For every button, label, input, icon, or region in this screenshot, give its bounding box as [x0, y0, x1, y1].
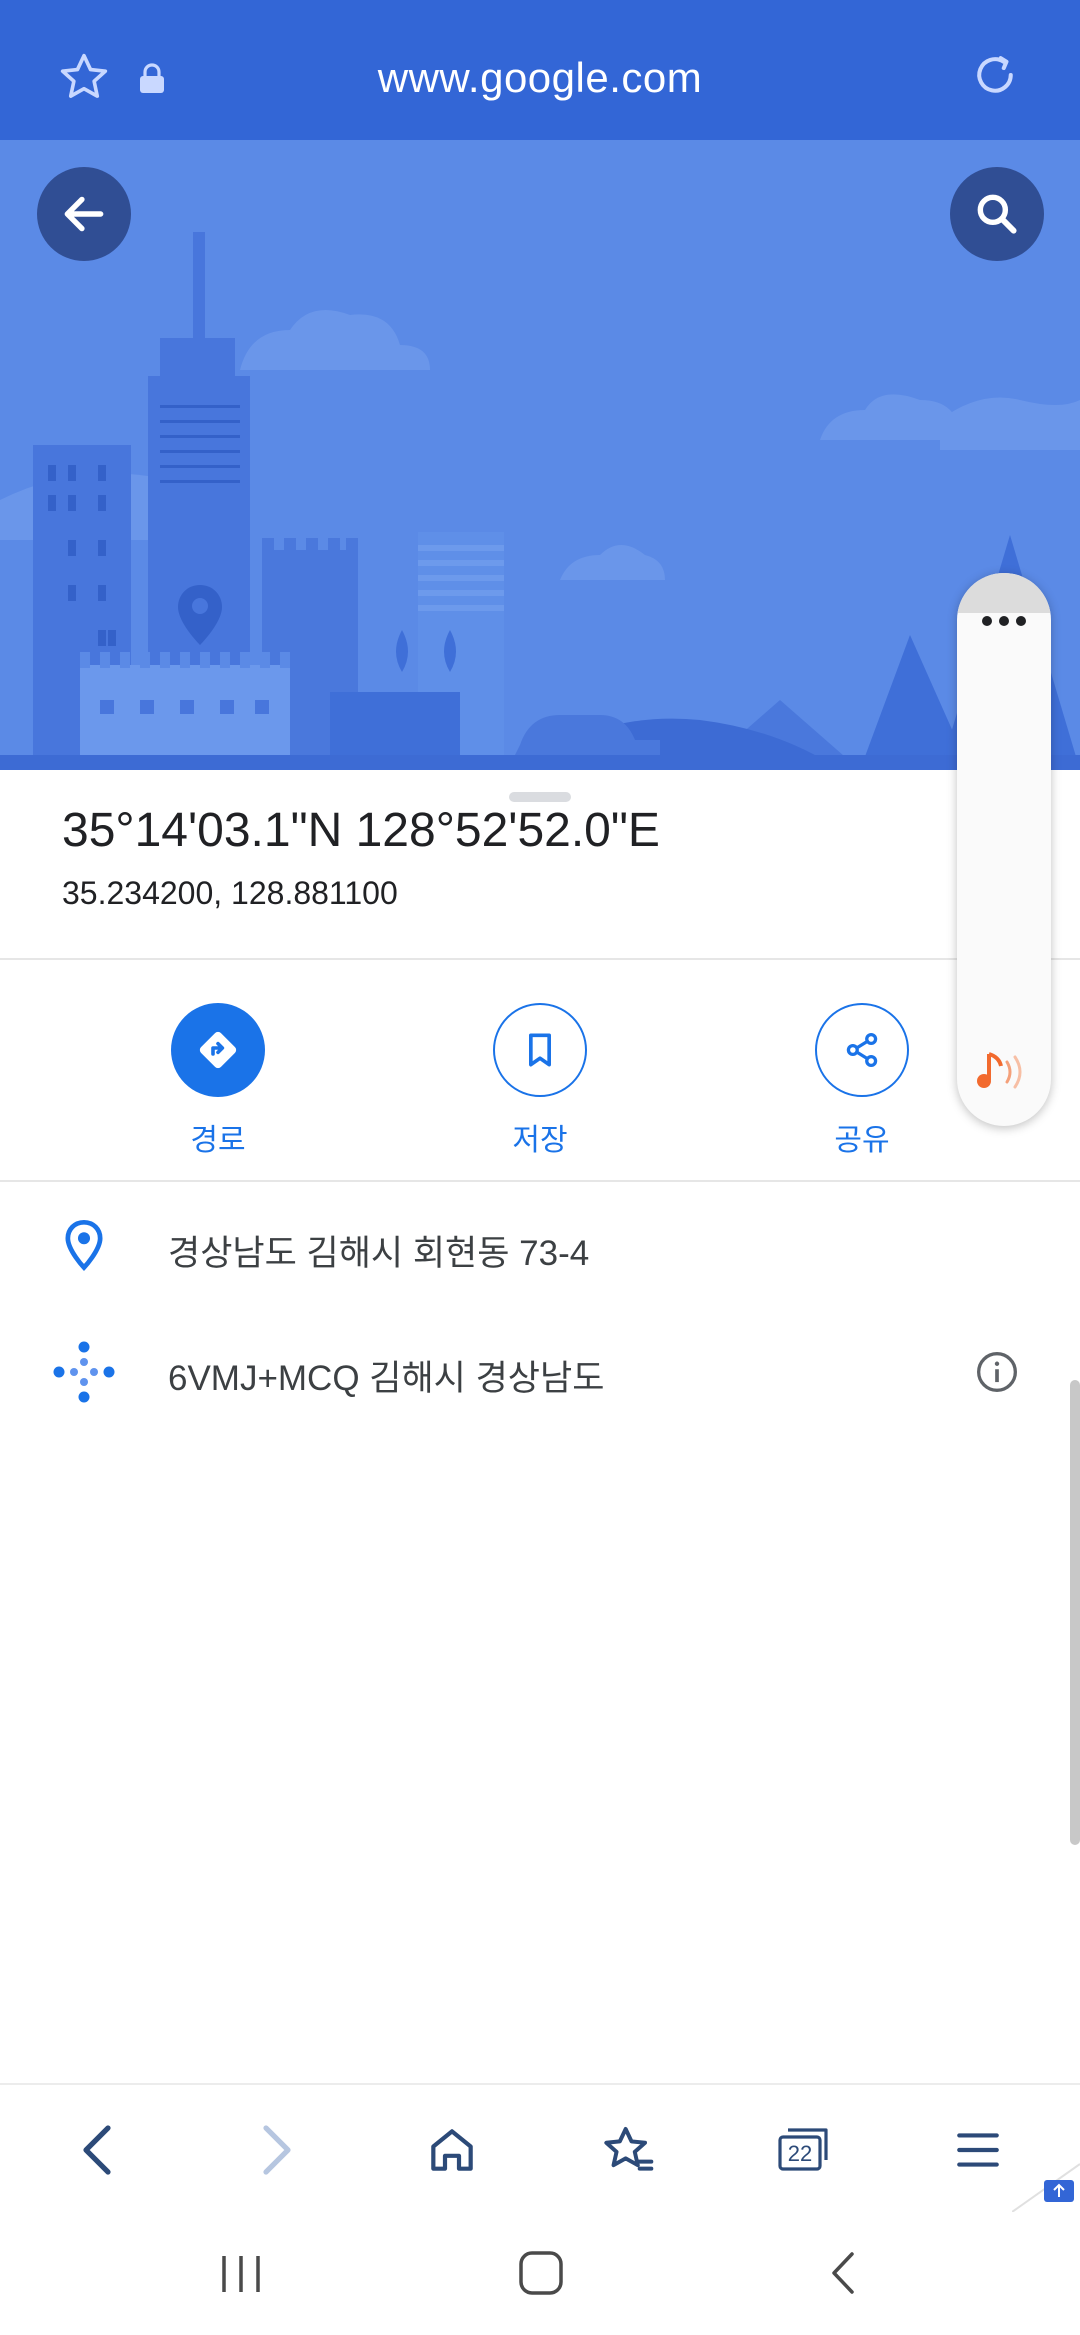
chevron-left-icon [83, 2125, 111, 2175]
chevron-right-icon [263, 2125, 291, 2175]
hamburger-menu-icon [957, 2133, 999, 2167]
directions-button[interactable]: 경로 [128, 1003, 308, 1159]
share-button[interactable]: 공유 [772, 1003, 952, 1159]
share-label: 공유 [834, 1124, 890, 1157]
home-icon [431, 2129, 473, 2171]
coordinates-dms: 35°14'03.1"N 128°52'52.0"E [62, 804, 660, 857]
browser-bottom-bar [0, 2083, 1080, 2215]
recent-apps-icon [222, 2256, 260, 2292]
arrow-left-icon [64, 196, 104, 232]
directions-label: 경로 [190, 1124, 246, 1157]
home-square-icon [519, 2251, 563, 2295]
save-button[interactable]: 저장 [450, 1003, 630, 1159]
search-icon [977, 194, 1017, 234]
nav-forward-button[interactable] [244, 2118, 308, 2182]
bookmark-icon [493, 1003, 587, 1097]
corner-fold-icon[interactable] [1011, 2160, 1080, 2217]
more-options-icon[interactable] [979, 613, 1029, 634]
bookmarks-star-icon [604, 2127, 654, 2171]
place-hero-illustration [0, 140, 1080, 770]
plus-code-row[interactable]: 6VMJ+MCQ 김해시 경상남도 [168, 1350, 604, 1401]
location-pin-icon [58, 1218, 110, 1279]
back-chevron-icon [832, 2252, 854, 2294]
home-system-button[interactable] [518, 2250, 564, 2301]
scrollbar[interactable] [1070, 1380, 1080, 1845]
info-icon[interactable] [975, 1350, 1019, 1399]
back-button[interactable] [37, 167, 131, 261]
address-row[interactable]: 경상남도 김해시 회현동 73-4 [168, 1225, 589, 1276]
search-button[interactable] [950, 167, 1044, 261]
bookmarks-button[interactable] [596, 2118, 660, 2182]
menu-button[interactable] [946, 2118, 1010, 2182]
recent-apps-button[interactable] [218, 2254, 264, 2299]
reload-icon[interactable] [968, 48, 1022, 107]
save-label: 저장 [512, 1124, 568, 1157]
address-bar[interactable]: www.google.com [0, 0, 1080, 140]
plus-code-icon [52, 1340, 116, 1409]
tabs-icon: 22 [778, 2128, 828, 2171]
music-sound-icon[interactable] [975, 1048, 1035, 1101]
city-skyline-image [0, 140, 1080, 770]
floating-media-panel[interactable] [957, 573, 1051, 1126]
nav-back-button[interactable] [66, 2118, 130, 2182]
tab-count: 22 [788, 2141, 812, 2166]
drag-handle[interactable] [509, 792, 571, 802]
divider [0, 1180, 1080, 1182]
directions-icon [171, 1003, 265, 1097]
coordinates-decimal: 35.234200, 128.881100 [62, 875, 398, 911]
share-icon [815, 1003, 909, 1097]
divider [0, 958, 1080, 960]
tabs-button[interactable]: 22 [772, 2118, 836, 2182]
panel-cap [957, 573, 1051, 613]
system-back-button[interactable] [828, 2250, 858, 2301]
home-button[interactable] [420, 2118, 484, 2182]
